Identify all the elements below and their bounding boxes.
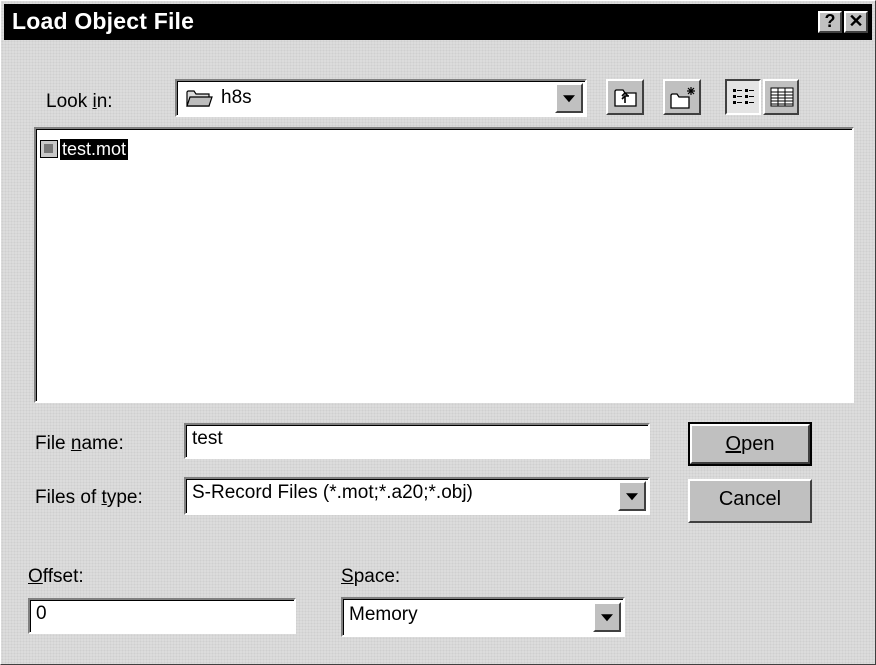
space-label: Space: [341, 566, 401, 587]
chevron-down-icon [626, 493, 638, 501]
help-icon: ? [824, 11, 836, 31]
list-view-button[interactable] [725, 79, 761, 115]
files-of-type-label: Files of type: [35, 487, 143, 508]
look-in-combobox[interactable]: h8s [175, 79, 587, 117]
help-button[interactable]: ? [818, 11, 842, 33]
title-bar[interactable]: Load Object File ? ✕ [4, 4, 872, 40]
close-button[interactable]: ✕ [844, 11, 868, 33]
folder-open-icon [186, 88, 214, 113]
window-title: Load Object File [12, 8, 195, 34]
look-in-value: h8s [221, 87, 252, 108]
load-object-file-dialog: Load Object File ? ✕ Look in: h8s test.m… [0, 0, 876, 665]
look-in-dropdown-button[interactable] [555, 83, 583, 113]
open-button[interactable]: Open [688, 422, 812, 466]
files-of-type-dropdown-button[interactable] [618, 481, 646, 511]
space-value: Memory [349, 604, 418, 625]
space-select[interactable]: Memory [341, 597, 625, 637]
create-new-folder-button[interactable] [663, 79, 701, 115]
space-dropdown-button[interactable] [593, 602, 621, 632]
up-folder-icon [613, 85, 639, 114]
files-of-type-value: S-Record Files (*.mot;*.a20;*.obj) [192, 482, 473, 503]
close-icon: ✕ [848, 11, 864, 31]
file-name-label: File name: [35, 433, 124, 454]
details-view-icon [770, 87, 794, 112]
file-list[interactable]: test.mot [34, 127, 854, 403]
offset-value: 0 [36, 603, 47, 624]
cancel-button[interactable]: Cancel [688, 479, 812, 523]
offset-label: Offset: [28, 566, 84, 587]
file-icon [40, 140, 58, 158]
list-item[interactable]: test.mot [40, 137, 130, 161]
chevron-down-icon [601, 614, 613, 622]
list-view-icon [732, 87, 756, 112]
up-one-level-button[interactable] [606, 79, 644, 115]
files-of-type-select[interactable]: S-Record Files (*.mot;*.a20;*.obj) [184, 477, 650, 515]
file-name-input[interactable]: test [184, 423, 650, 459]
file-name-value: test [192, 428, 223, 449]
offset-input[interactable]: 0 [28, 598, 296, 634]
file-name-label: test.mot [58, 137, 130, 161]
look-in-label: Look in: [46, 91, 113, 112]
new-folder-icon [670, 85, 698, 116]
details-view-button[interactable] [763, 79, 799, 115]
chevron-down-icon [563, 95, 575, 103]
